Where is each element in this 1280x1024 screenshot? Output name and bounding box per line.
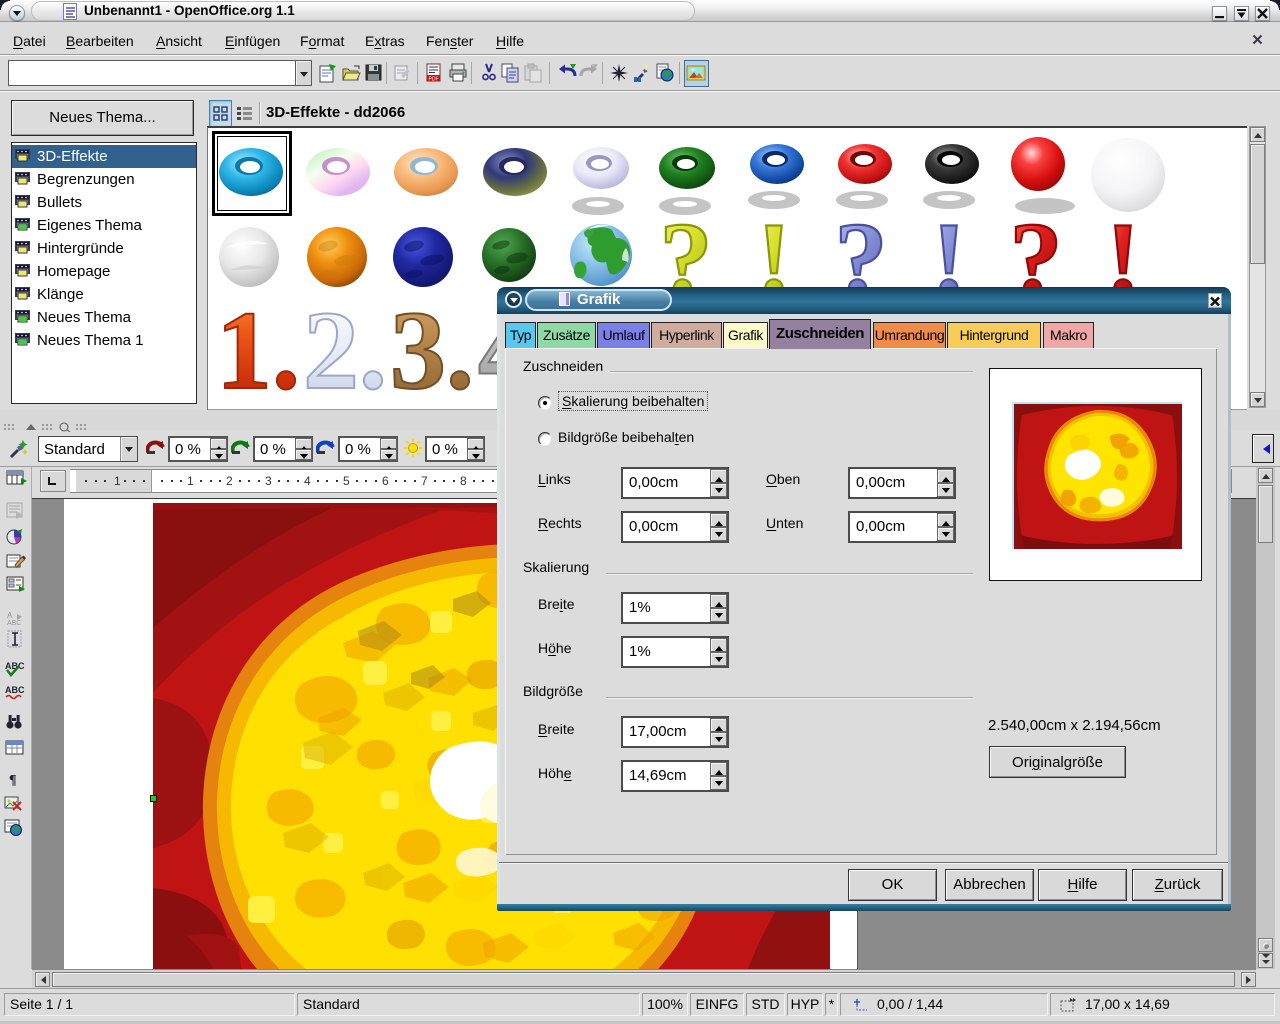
svg-text:A: A: [7, 611, 13, 620]
svg-text:1: 1: [114, 474, 121, 488]
svg-text:2: 2: [226, 474, 233, 488]
svg-text:ABC: ABC: [5, 685, 25, 695]
svg-text:ABC: ABC: [7, 620, 21, 627]
svg-text:6: 6: [382, 474, 389, 488]
svg-text:3: 3: [265, 474, 272, 488]
svg-text:1.: 1.: [216, 289, 300, 410]
svg-text:2.: 2.: [303, 289, 387, 410]
svg-text:7: 7: [421, 474, 428, 488]
svg-text:¶: ¶: [9, 773, 17, 788]
svg-text:4: 4: [304, 474, 311, 488]
svg-text:5: 5: [343, 474, 350, 488]
svg-text:8: 8: [460, 474, 467, 488]
svg-text:3.: 3.: [390, 289, 474, 410]
svg-text:1: 1: [187, 474, 194, 488]
svg-text:PDF: PDF: [429, 77, 439, 83]
